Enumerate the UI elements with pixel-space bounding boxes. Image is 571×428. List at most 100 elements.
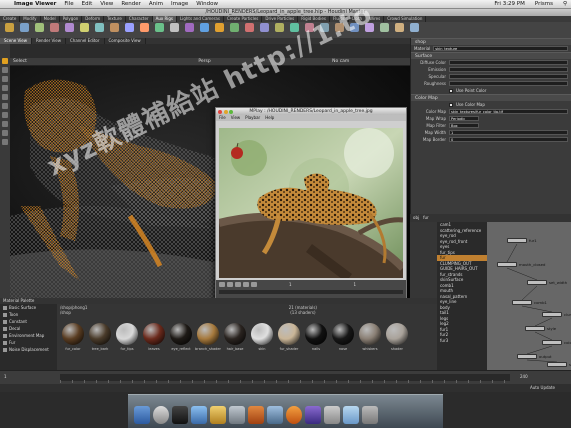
shelf-tool-button[interactable] [197,23,211,37]
shelf-tool-button[interactable] [242,23,256,37]
app-icon[interactable] [305,406,321,424]
color-map-section[interactable]: Color Map [411,94,571,101]
mplay-menu-file[interactable]: File [219,115,226,121]
map-width-field[interactable]: 1 [449,130,568,135]
specular-field[interactable] [449,74,568,79]
material-tree-item[interactable]: Noise Displacement [0,346,57,353]
mplay-icon[interactable] [286,406,302,424]
mplay-frame-slider[interactable] [219,290,403,294]
safari-icon[interactable] [191,406,207,424]
shelf-tool-button[interactable] [317,23,331,37]
material-swatch[interactable]: skin [250,320,274,353]
rotate-tool-icon[interactable] [2,76,8,82]
node-name-field[interactable]: skin_texture [433,46,568,51]
dashboard-icon[interactable] [153,406,169,424]
material-subpath[interactable]: /shop [60,310,71,315]
auto-update-button[interactable]: Auto Update [530,384,555,392]
display-tool-icon[interactable] [2,139,8,145]
material-swatch[interactable]: branch_shader [195,320,221,353]
shelf-tool-button[interactable] [272,23,286,37]
step-forward-icon[interactable] [243,282,249,287]
pose-tool-icon[interactable] [2,103,8,109]
map-border-field[interactable]: 0 [449,137,568,142]
mplay-titlebar[interactable]: MPlay : /HOUDINI_RENDERS/Leopard_in_appl… [216,108,406,115]
shelf-tool-button[interactable] [122,23,136,37]
shelf-tool-button[interactable] [182,23,196,37]
network-node[interactable] [517,354,537,359]
diffuse-color-field[interactable] [449,60,568,65]
clock[interactable]: Fri 3:29 PM [490,1,528,7]
shelf-tool-button[interactable] [92,23,106,37]
play-icon[interactable] [235,282,241,287]
network-node[interactable] [525,326,545,331]
downloads-icon[interactable] [343,406,359,424]
map-filter-select[interactable]: Box [449,123,479,128]
material-swatch[interactable]: leaves [142,320,166,353]
viewport-persp-label[interactable]: Persp [198,59,210,64]
scale-tool-icon[interactable] [2,85,8,91]
network-tab-obj[interactable]: obj [413,214,419,222]
fast-forward-icon[interactable] [251,282,257,287]
view-tool-icon[interactable] [2,112,8,118]
material-swatch[interactable]: fur_shader [277,320,301,353]
menu-image[interactable]: Image [167,1,192,7]
handle-tool-icon[interactable] [2,94,8,100]
menu-edit[interactable]: Edit [78,1,97,7]
material-tree-item[interactable]: Toon [0,311,57,318]
shelf-tool-button[interactable] [377,23,391,37]
preview-icon[interactable] [267,406,283,424]
viewport-camera-label[interactable]: No cam [332,59,349,64]
use-point-color-checkbox[interactable] [449,88,453,93]
shelf-tool-button[interactable] [212,23,226,37]
shelf-tool-button[interactable] [47,23,61,37]
mplay-window[interactable]: MPlay : /HOUDINI_RENDERS/Leopard_in_appl… [215,107,407,303]
material-swatch[interactable]: eye_reflect [169,320,193,353]
shelf-tool-button[interactable] [227,23,241,37]
material-swatch[interactable]: nails [304,320,328,353]
shelf-tool-button[interactable] [137,23,151,37]
tab-composite-view[interactable]: Composite View [105,38,146,44]
network-node[interactable] [497,262,517,267]
menu-app-name[interactable]: Image Viewer [10,1,60,7]
shelf-tool-button[interactable] [77,23,91,37]
tab-render-view[interactable]: Render View [32,38,66,44]
close-icon[interactable] [218,109,222,114]
menu-anim[interactable]: Anim [145,1,167,7]
trash-icon[interactable] [362,406,378,424]
mplay-menu-help[interactable]: Help [265,115,274,121]
material-tree-item[interactable]: Constant [0,318,57,325]
shelf-tool-button[interactable] [347,23,361,37]
map-wrap-select[interactable]: Periodic [449,116,479,121]
shelf-tool-button[interactable] [392,23,406,37]
use-color-map-checkbox[interactable] [449,102,453,107]
node-list-item[interactable]: fur3 [437,338,487,344]
material-swatch[interactable]: fur_color [61,320,85,353]
zoom-icon[interactable] [229,109,233,114]
user-name[interactable]: Prisms [531,1,557,7]
roughness-field[interactable] [449,81,568,86]
mplay-menu-view[interactable]: View [231,115,241,121]
emission-field[interactable] [449,67,568,72]
step-back-icon[interactable] [227,282,233,287]
shelf-tool-button[interactable] [257,23,271,37]
material-swatch[interactable]: whiskers [358,320,382,353]
shelf-tool-button[interactable] [32,23,46,37]
snap-tool-icon[interactable] [2,130,8,136]
shelf-tool-button[interactable] [407,23,421,37]
shelf-tool-button[interactable] [62,23,76,37]
network-node[interactable] [527,280,547,285]
material-tree-item[interactable]: Decal [0,325,57,332]
terminal-icon[interactable] [172,406,188,424]
panel-path[interactable]: shop [411,38,571,45]
minimize-icon[interactable] [223,109,228,114]
menu-render[interactable]: Render [117,1,145,7]
color-map-field[interactable]: skin_textures/fur_color_tip.tif [449,109,568,114]
itunes-icon[interactable] [229,406,245,424]
material-swatch[interactable]: nose [331,320,355,353]
viewport-mode-label[interactable]: Select [13,59,27,64]
menu-view[interactable]: View [96,1,117,7]
material-swatch[interactable]: hair_base [223,320,247,353]
surface-section[interactable]: Surface [411,52,571,59]
documents-icon[interactable] [324,406,340,424]
network-node[interactable] [542,312,562,317]
